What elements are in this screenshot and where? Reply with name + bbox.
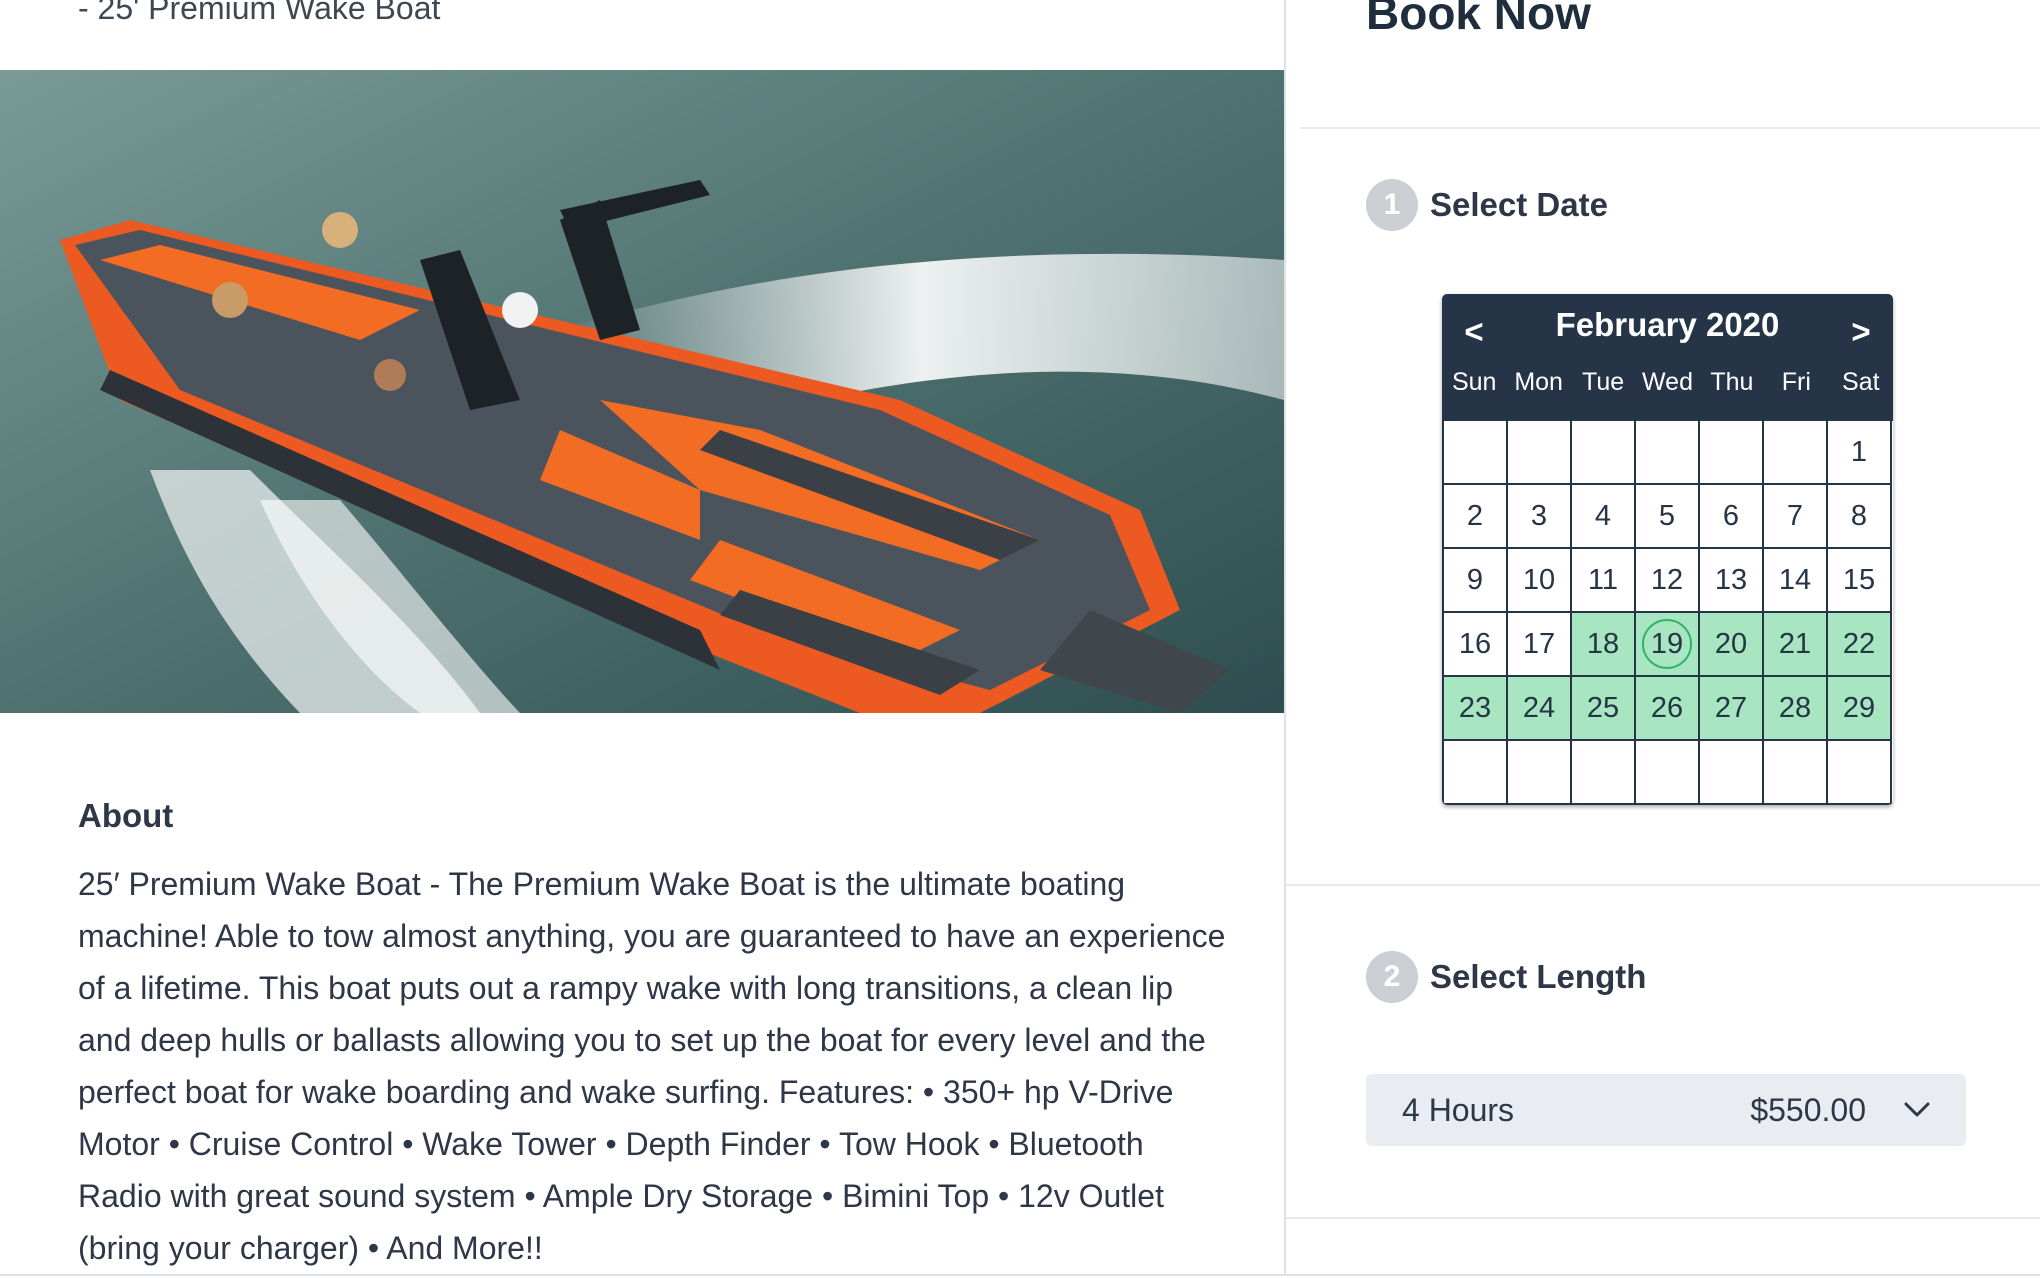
calendar-day: 11 [1572,549,1636,613]
step-number-badge: 2 [1366,951,1418,1003]
weekday-label: Wed [1642,368,1693,396]
calendar-empty-cell [1700,421,1764,485]
calendar-empty-cell [1508,421,1572,485]
weekday-row: Sun Mon Tue Wed Thu Fri Sat [1442,368,1893,397]
about-description: 25′ Premium Wake Boat - The Premium Wake… [78,866,1226,1266]
section-divider [1286,1217,2040,1219]
weekday-label: Thu [1710,368,1754,396]
calendar-day-available[interactable]: 23 [1444,677,1508,741]
weekday-label: Sun [1451,368,1497,396]
calendar-empty-cell [1444,421,1508,485]
calendar-day-available[interactable]: 29 [1828,677,1892,741]
calendar-day-available[interactable]: 20 [1700,613,1764,677]
selected-length-label: 4 Hours [1402,1091,1515,1128]
calendar-empty-cell [1572,421,1636,485]
section-divider [1286,884,2040,886]
calendar-day: 3 [1508,485,1572,549]
calendar-day-available[interactable]: 25 [1572,677,1636,741]
book-now-title: Book Now [1366,0,1591,39]
calendar-day: 9 [1444,549,1508,613]
listing-column: - 25' Premium Wake Boat About 25′ Premiu… [0,0,1284,1278]
calendar-day: 8 [1828,485,1892,549]
length-select-dropdown[interactable]: 4 Hours $550.00 [1366,1074,1966,1146]
calendar-empty-cell [1508,741,1572,805]
listing-subtitle: - 25' Premium Wake Boat [78,0,441,26]
calendar-day-available[interactable]: 22 [1828,613,1892,677]
date-calendar: < February 2020 > Sun Mon Tue Wed Thu Fr… [1442,294,1893,805]
section-divider [1300,127,2040,129]
calendar-day: 10 [1508,549,1572,613]
weekday-label: Tue [1581,368,1625,396]
calendar-day: 1 [1828,421,1892,485]
calendar-empty-cell [1828,741,1892,805]
calendar-day: 2 [1444,485,1508,549]
calendar-day-available[interactable]: 24 [1508,677,1572,741]
calendar-day-grid: 1 2 3 4 5 6 7 8 9 10 11 12 13 14 15 16 17 18 19 20 21 22 23 24 2… [1442,421,1893,805]
calendar-empty-cell [1700,741,1764,805]
weekday-label: Mon [1514,368,1563,396]
step-select-length: 2 Select Length [1366,951,1646,1003]
calendar-day-available[interactable]: 21 [1764,613,1828,677]
step-label: Select Date [1430,186,1608,223]
calendar-day: 4 [1572,485,1636,549]
selected-day-marker: 19 [1642,619,1692,669]
calendar-day: 14 [1764,549,1828,613]
calendar-day: 7 [1764,485,1828,549]
weekday-label: Sat [1842,368,1880,396]
about-heading: About [78,797,174,834]
calendar-header: < February 2020 > Sun Mon Tue Wed Thu Fr… [1442,294,1893,421]
step-number-badge: 1 [1366,179,1418,231]
calendar-day: 6 [1700,485,1764,549]
calendar-day: 16 [1444,613,1508,677]
calendar-day-available[interactable]: 27 [1700,677,1764,741]
chevron-down-icon [1904,1097,1930,1123]
calendar-empty-cell [1636,421,1700,485]
calendar-month-label: February 2020 [1555,306,1780,343]
calendar-empty-cell [1572,741,1636,805]
calendar-day-available[interactable]: 18 [1572,613,1636,677]
calendar-day: 13 [1700,549,1764,613]
boat-photo-illustration [0,70,1284,713]
weekday-label: Fri [1781,368,1811,396]
booking-panel: Book Now 1 Select Date < February 2020 >… [1286,0,2040,1278]
calendar-empty-cell [1636,741,1700,805]
page-bottom-border [0,1274,2040,1276]
calendar-day: 5 [1636,485,1700,549]
calendar-empty-cell [1444,741,1508,805]
calendar-empty-cell [1764,741,1828,805]
selected-length-price: $550.00 [1750,1091,1866,1128]
boat-photo [0,70,1284,713]
calendar-day: 12 [1636,549,1700,613]
calendar-day-available[interactable]: 26 [1636,677,1700,741]
next-month-button[interactable]: > [1831,308,1891,356]
calendar-day: 17 [1508,613,1572,677]
calendar-day-selected[interactable]: 19 [1636,613,1700,677]
step-label: Select Length [1430,958,1647,995]
step-select-date: 1 Select Date [1366,179,1608,231]
calendar-day-available[interactable]: 28 [1764,677,1828,741]
calendar-day: 15 [1828,549,1892,613]
calendar-empty-cell [1764,421,1828,485]
